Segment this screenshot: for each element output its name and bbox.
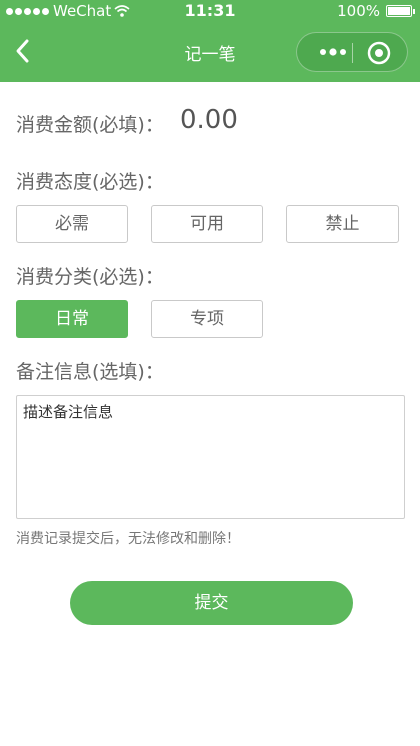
notice-text: 消费记录提交后，无法修改和删除！ [16, 531, 240, 547]
remark-textarea[interactable]: 描述备注信息 [16, 395, 405, 519]
attitude-label: 消费态度(必选)： [16, 171, 164, 193]
category-option-special[interactable]: 专项 [151, 300, 263, 338]
status-bar: WeChat 11:31 100% [0, 0, 420, 22]
amount-label: 消费金额(必填)： [16, 114, 164, 136]
remark-label: 备注信息(选填)： [16, 361, 164, 383]
attitude-option-allowed[interactable]: 可用 [151, 205, 263, 243]
submit-button[interactable]: 提交 [70, 581, 353, 625]
mini-program-capsule [296, 32, 408, 72]
more-dots-icon[interactable] [315, 33, 351, 71]
capsule-divider [352, 43, 353, 63]
battery-percent: 100% [337, 2, 380, 20]
nav-bar: 记一笔 [0, 22, 420, 82]
target-close-icon[interactable] [365, 39, 393, 67]
category-label: 消费分类(必选)： [16, 266, 164, 288]
category-option-daily[interactable]: 日常 [16, 300, 128, 338]
remark-placeholder: 描述备注信息 [23, 403, 114, 421]
status-right: 100% [337, 2, 415, 20]
battery-icon [386, 5, 415, 17]
attitude-option-forbidden[interactable]: 禁止 [286, 205, 399, 243]
attitude-option-necessary[interactable]: 必需 [16, 205, 128, 243]
amount-input[interactable]: 0.00 [180, 105, 238, 135]
